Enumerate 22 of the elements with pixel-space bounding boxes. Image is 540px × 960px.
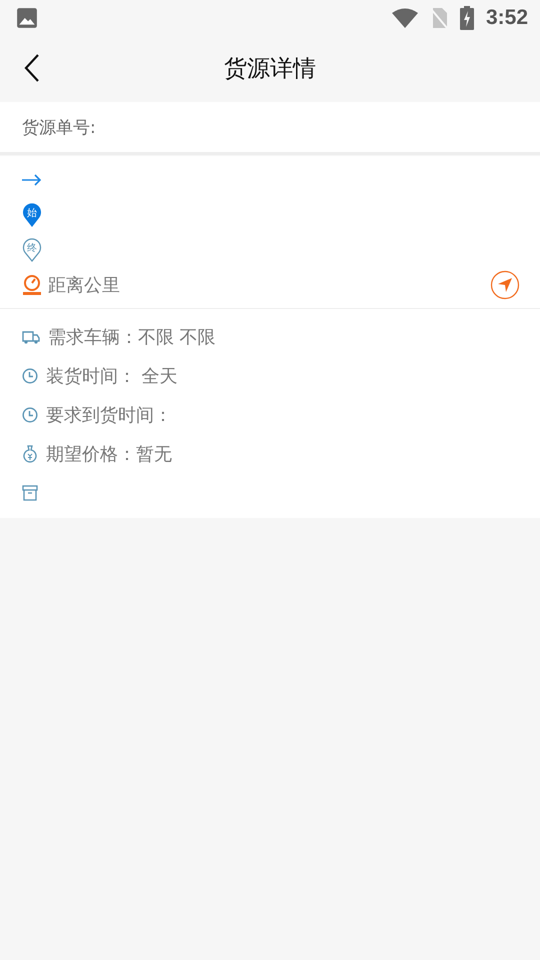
clock-time: 3:52 bbox=[486, 6, 528, 30]
clock-icon bbox=[22, 406, 38, 422]
image-icon bbox=[16, 7, 38, 29]
navigation-icon[interactable] bbox=[490, 270, 520, 300]
detail-text: 装货时间： 全天 bbox=[46, 364, 178, 388]
gauge-icon bbox=[22, 274, 42, 294]
back-icon[interactable] bbox=[24, 54, 40, 82]
distance-label: 距离公里 bbox=[48, 274, 120, 296]
end-pin-icon: 终 bbox=[22, 238, 42, 262]
order-number-label: 货源单号: bbox=[22, 116, 96, 138]
detail-text: 要求到货时间： bbox=[46, 404, 172, 426]
start-pin-icon: 始 bbox=[22, 202, 42, 226]
page-title: 货源详情 bbox=[224, 54, 316, 84]
battery-icon bbox=[460, 6, 474, 30]
detail-text: 期望价格：暂无 bbox=[46, 442, 172, 466]
money-bag-icon bbox=[22, 444, 38, 462]
archive-box-icon bbox=[22, 484, 38, 500]
wifi-icon bbox=[392, 8, 418, 28]
clock-icon bbox=[22, 368, 38, 384]
detail-text: 需求车辆：不限 不限 bbox=[48, 326, 216, 348]
arrow-icon bbox=[22, 174, 42, 186]
truck-icon bbox=[22, 330, 40, 344]
